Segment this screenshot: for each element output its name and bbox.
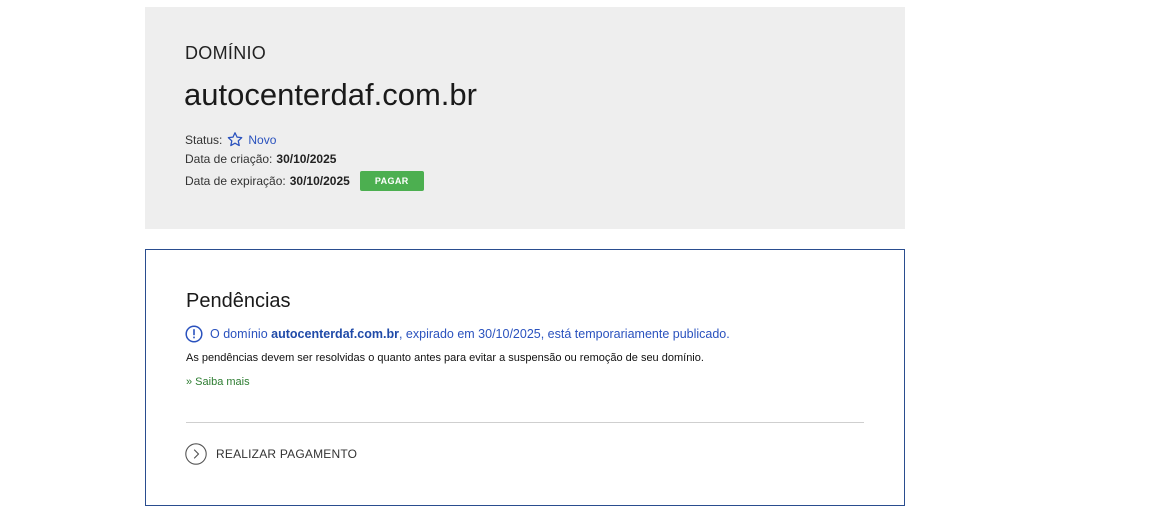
domain-name: autocenterdaf.com.br — [184, 77, 477, 112]
created-label: Data de criação: — [185, 152, 273, 166]
status-value: Novo — [248, 132, 277, 147]
expire-line: Data de expiração: 30/10/2025 PAGAR — [185, 171, 424, 191]
domain-label: DOMÍNIO — [185, 43, 267, 63]
pendencia-alert: O domínio autocenterdaf.com.br, expirado… — [185, 325, 730, 343]
expire-label: Data de expiração: — [185, 174, 286, 188]
created-value: 30/10/2025 — [276, 152, 337, 166]
pendencia-note: As pendências devem ser resolvidas o qua… — [186, 352, 704, 364]
alert-prefix: O domínio — [210, 327, 268, 341]
realizar-pagamento-label: REALIZAR PAGAMENTO — [216, 447, 358, 461]
status-label: Status: — [185, 132, 223, 147]
created-line: Data de criação: 30/10/2025 — [185, 152, 336, 166]
alert-suffix: , expirado em 30/10/2025, está temporari… — [398, 327, 730, 341]
pendencias-box: Pendências O domínio autocenterdaf.com.b… — [145, 249, 905, 506]
chevron-right-circle-icon — [185, 443, 207, 465]
domain-header-panel: DOMÍNIO autocenterdaf.com.br Status: Nov… — [145, 7, 905, 229]
saiba-mais-link[interactable]: » Saiba mais — [186, 376, 250, 388]
alert-domain: autocenterdaf.com.br — [271, 327, 399, 341]
pay-button[interactable]: PAGAR — [359, 171, 424, 191]
realizar-pagamento-button[interactable]: REALIZAR PAGAMENTO — [185, 443, 357, 465]
star-icon — [226, 131, 244, 148]
pendencias-title: Pendências — [186, 290, 291, 312]
divider — [186, 422, 864, 423]
expire-value: 30/10/2025 — [289, 174, 350, 188]
status-line: Status: Novo — [185, 131, 276, 148]
alert-circle-icon — [185, 325, 203, 343]
